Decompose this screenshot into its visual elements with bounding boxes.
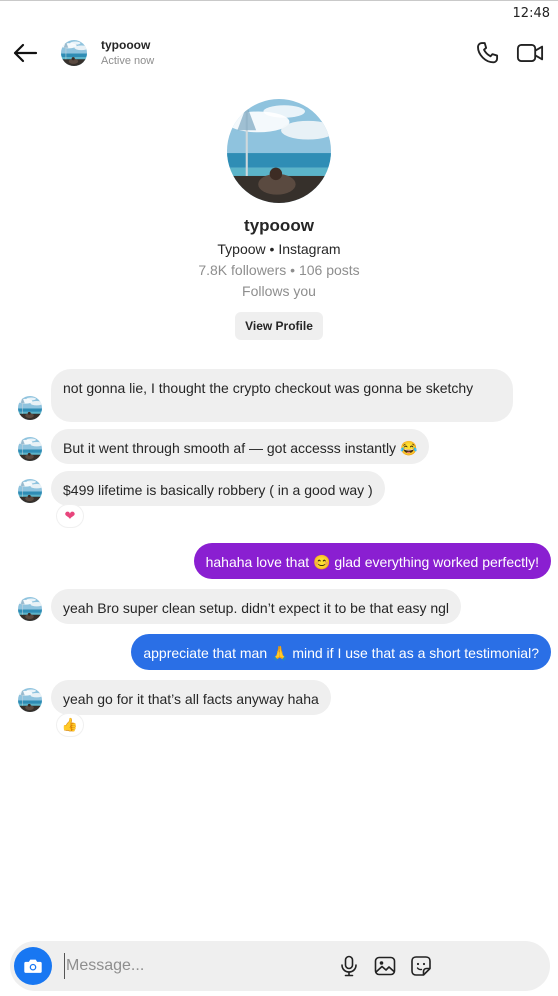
message-bubble-outgoing[interactable]: hahaha love that 😊 glad everything worke…: [193, 543, 551, 579]
message-bubble-outgoing[interactable]: appreciate that man 🙏 mind if I use that…: [131, 634, 551, 670]
profile-avatar[interactable]: [227, 99, 331, 203]
chat-header: typooow Active now: [0, 27, 558, 79]
thumbs-up-reaction-icon[interactable]: 👍: [57, 714, 83, 736]
video-camera-icon: [516, 44, 544, 62]
back-button[interactable]: [10, 39, 40, 67]
microphone-icon: [341, 955, 357, 977]
profile-stats: 7.8K followers • 106 posts: [198, 262, 360, 278]
profile-follows-you: Follows you: [242, 283, 316, 299]
sticker-icon: [411, 956, 431, 976]
header-avatar[interactable]: [61, 40, 87, 66]
profile-subtitle: Typoow • Instagram: [217, 241, 341, 257]
sticker-button[interactable]: [409, 954, 433, 978]
message-input[interactable]: [64, 953, 324, 979]
profile-username: typooow: [244, 216, 314, 235]
gallery-icon: [374, 956, 396, 976]
video-call-button[interactable]: [515, 39, 545, 67]
message-bubble-incoming[interactable]: yeah go for it that’s all facts anyway h…: [51, 680, 331, 715]
status-time: 12:48: [512, 6, 550, 21]
message-bubble-incoming[interactable]: yeah Bro super clean setup. didn’t expec…: [51, 589, 462, 624]
sender-avatar[interactable]: [18, 479, 42, 503]
message-bubble-incoming[interactable]: But it went through smooth af — got acce…: [51, 429, 430, 464]
back-arrow-icon: [13, 43, 38, 63]
status-bar: 12:48: [0, 1, 558, 27]
gallery-button[interactable]: [373, 954, 397, 978]
profile-card: typooow Typoow • Instagram 7.8K follower…: [0, 99, 558, 340]
message-bubble-incoming[interactable]: not gonna lie, I thought the crypto chec…: [51, 369, 513, 422]
header-username[interactable]: typooow: [101, 38, 150, 52]
sender-avatar[interactable]: [18, 437, 42, 461]
voice-message-button[interactable]: [337, 954, 361, 978]
sender-avatar[interactable]: [18, 688, 42, 712]
sender-avatar[interactable]: [18, 396, 42, 420]
camera-button[interactable]: [14, 947, 52, 985]
message-composer: [10, 941, 550, 991]
header-active-status: Active now: [101, 55, 155, 67]
view-profile-button[interactable]: View Profile: [235, 312, 323, 340]
audio-call-button[interactable]: [474, 39, 502, 67]
camera-icon: [24, 959, 42, 973]
sender-avatar[interactable]: [18, 597, 42, 621]
phone-icon: [477, 42, 499, 64]
message-bubble-incoming[interactable]: $499 lifetime is basically robbery ( in …: [51, 471, 385, 506]
heart-reaction-icon[interactable]: ❤: [57, 505, 83, 527]
